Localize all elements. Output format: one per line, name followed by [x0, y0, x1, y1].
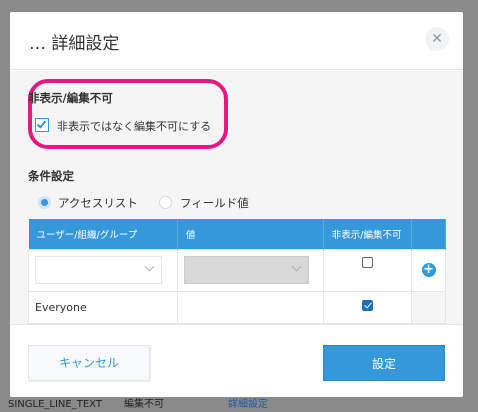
dialog-body: 非表示/編集不可 非表示ではなく編集不可にする 条件設定 アクセスリスト フィー… [10, 71, 463, 324]
user-cell: Everyone [28, 290, 178, 324]
readonly-instead-checkbox[interactable] [35, 118, 49, 132]
condition-section-title: 条件設定 [28, 169, 74, 183]
chevron-down-icon [291, 261, 302, 272]
background-link-details: 詳細設定 [228, 399, 268, 410]
user-dropdown[interactable] [35, 256, 162, 284]
background-text-type: SINGLE_LINE_TEXT [8, 399, 102, 410]
access-list-table: ユーザー/組織/グループ 値 非表示/編集不可 + Everyone [28, 219, 446, 324]
details-dialog: … 詳細設定 ✕ 非表示/編集不可 非表示ではなく編集不可にする 条件設定 アク… [10, 12, 463, 397]
value-cell [176, 248, 324, 292]
radio-access-list[interactable] [38, 196, 51, 209]
save-button[interactable]: 設定 [323, 345, 445, 381]
hide-checkbox[interactable] [361, 300, 373, 311]
radio-access-list-label: アクセスリスト [58, 196, 138, 210]
table-row: Everyone [28, 290, 446, 324]
column-header-hide: 非表示/編集不可 [323, 219, 413, 249]
cancel-button[interactable]: キャンセル [28, 345, 150, 381]
user-cell [28, 248, 178, 292]
table-row: + [28, 248, 446, 292]
hide-checkbox[interactable] [361, 256, 373, 268]
value-dropdown [183, 256, 309, 284]
value-cell [176, 290, 324, 324]
chevron-down-icon [144, 261, 155, 272]
close-icon[interactable]: ✕ [425, 27, 449, 51]
column-header-user: ユーザー/組織/グループ [28, 219, 178, 249]
radio-field-value[interactable] [159, 196, 172, 209]
readonly-instead-label: 非表示ではなく編集不可にする [57, 120, 212, 133]
radio-field-value-label: フィールド値 [180, 196, 249, 210]
empty-action-cell [411, 290, 446, 324]
hide-cell [322, 290, 413, 324]
hide-section-title: 非表示/編集不可 [28, 91, 113, 105]
add-row-icon[interactable]: + [421, 263, 436, 277]
add-cell: + [411, 248, 446, 292]
table-header-row: ユーザー/組織/グループ 値 非表示/編集不可 [28, 219, 446, 249]
hide-cell [322, 248, 413, 292]
column-header-value: 値 [177, 219, 324, 249]
dialog-title: … 詳細設定 [29, 34, 120, 54]
background-text-permission: 編集不可 [124, 399, 164, 410]
dialog-header: … 詳細設定 ✕ [10, 12, 463, 70]
column-header-actions [411, 219, 446, 249]
dialog-footer: キャンセル 設定 [10, 324, 463, 397]
checkmark-icon [36, 118, 47, 129]
